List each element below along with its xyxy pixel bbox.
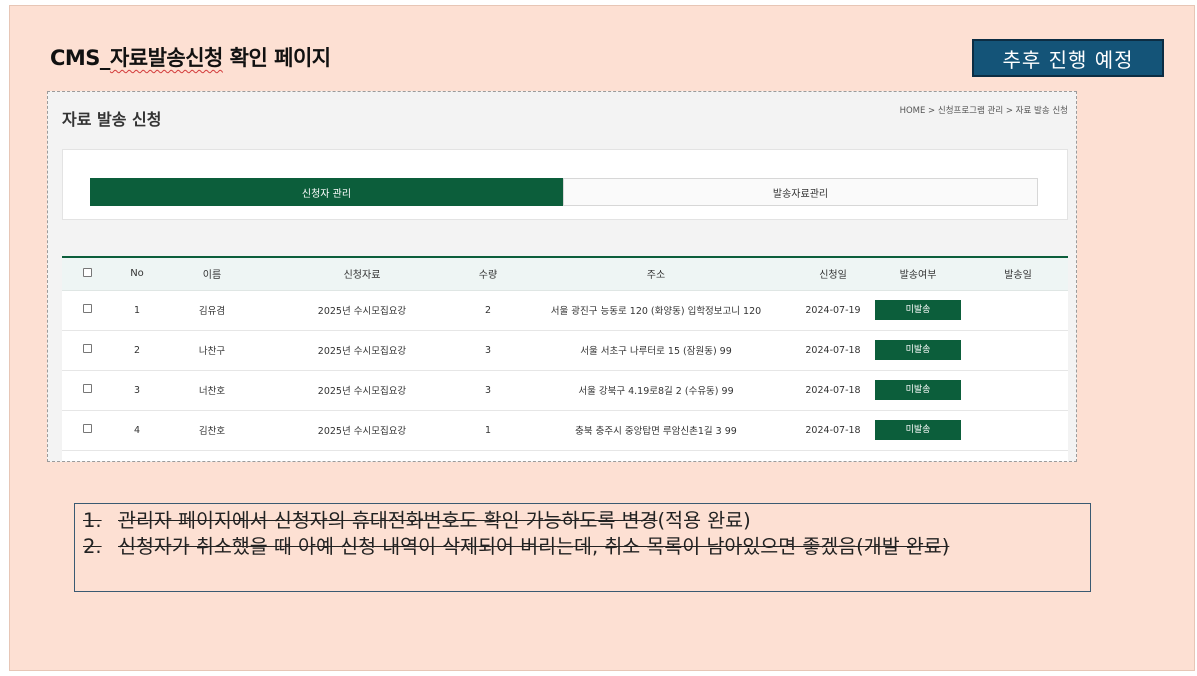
- col-header-qty: 수량: [462, 258, 514, 291]
- cell-status: 미발송: [868, 370, 968, 411]
- checkbox-box[interactable]: [82, 384, 92, 393]
- cell-status: 미발송: [868, 290, 968, 331]
- note-struck-text: 신청자가 취소했을 때 아예 신청 내역이 삭제되어 버리는데, 취소 목록이 …: [118, 535, 950, 558]
- row-checkbox[interactable]: [62, 370, 112, 411]
- table-row: 3 너찬호 2025년 수시모집요강 3 서울 강북구 4.19로8길 2 (수…: [62, 370, 1068, 411]
- table-header-row: No 이름 신청자료 수량 주소 신청일 발송여부 발송일: [62, 258, 1068, 291]
- cell-name: 너찬호: [162, 370, 262, 411]
- cell-name: 김찬호: [162, 410, 262, 451]
- row-checkbox[interactable]: [62, 330, 112, 371]
- tab-material-management[interactable]: 발송자료관리: [563, 178, 1038, 206]
- cell-sent-date: [968, 330, 1068, 371]
- cell-status: 미발송: [868, 410, 968, 451]
- select-all-checkbox[interactable]: [62, 258, 112, 291]
- cell-status: 미발송: [868, 330, 968, 371]
- cell-address: 충북 충주시 중앙탑면 루암신촌1길 3 99: [514, 410, 798, 451]
- cell-date: 2024-07-18: [798, 370, 868, 411]
- cell-name: 김유겸: [162, 290, 262, 331]
- status-button[interactable]: 미발송: [875, 380, 961, 400]
- cell-qty: 3: [462, 330, 514, 371]
- note-number: 1.: [83, 509, 102, 532]
- status-badge: 추후 진행 예정: [972, 39, 1164, 77]
- checkbox-box[interactable]: [82, 304, 92, 313]
- col-header-sent-date: 발송일: [968, 258, 1068, 291]
- table-row: 1 김유겸 2025년 수시모집요강 2 서울 광진구 능동로 120 (화양동…: [62, 290, 1068, 331]
- cell-material: 2025년 수시모집요강: [262, 330, 462, 371]
- checkbox-box[interactable]: [82, 344, 92, 353]
- embedded-screenshot: 자료 발송 신청 HOME > 신청프로그램 관리 > 자료 발송 신청 신청자…: [47, 91, 1077, 462]
- table-row: 2 나찬구 2025년 수시모집요강 3 서울 서초구 나루터로 15 (잠원동…: [62, 330, 1068, 371]
- note-item: 2. 신청자가 취소했을 때 아예 신청 내역이 삭제되어 버리는데, 취소 목…: [83, 534, 1082, 560]
- notes-box: 1. 관리자 페이지에서 신청자의 휴대전화번호도 확인 가능하도록 변경(적용…: [74, 503, 1091, 592]
- row-checkbox[interactable]: [62, 290, 112, 331]
- col-header-address: 주소: [514, 258, 798, 291]
- cell-material: 2025년 수시모집요강: [262, 290, 462, 331]
- cell-no: 2: [112, 330, 162, 371]
- col-header-material: 신청자료: [262, 258, 462, 291]
- col-header-date: 신청일: [798, 258, 868, 291]
- cell-date: 2024-07-18: [798, 410, 868, 451]
- cell-qty: 1: [462, 410, 514, 451]
- cell-no: 1: [112, 290, 162, 331]
- title-underlined: 자료발송신청: [109, 46, 223, 70]
- note-number: 2.: [83, 535, 102, 558]
- slide: CMS_자료발송신청 확인 페이지 추후 진행 예정 자료 발송 신청 HOME…: [9, 5, 1195, 671]
- breadcrumb: HOME > 신청프로그램 관리 > 자료 발송 신청: [899, 106, 1068, 116]
- note-plain-text: (적용 완료): [657, 509, 751, 532]
- cell-sent-date: [968, 410, 1068, 451]
- tab-bar: 신청자 관리 발송자료관리: [90, 178, 1038, 206]
- note-text: 신청자가 취소했을 때 아예 신청 내역이 삭제되어 버리는데, 취소 목록이 …: [118, 534, 1082, 560]
- col-header-status: 발송여부: [868, 258, 968, 291]
- tab-container: 신청자 관리 발송자료관리: [62, 149, 1068, 220]
- slide-title: CMS_자료발송신청 확인 페이지: [50, 42, 331, 72]
- status-button[interactable]: 미발송: [875, 340, 961, 360]
- cell-qty: 3: [462, 370, 514, 411]
- col-header-no: No: [112, 258, 162, 291]
- note-item: 1. 관리자 페이지에서 신청자의 휴대전화번호도 확인 가능하도록 변경(적용…: [83, 508, 1082, 534]
- cell-date: 2024-07-18: [798, 330, 868, 371]
- col-header-name: 이름: [162, 258, 262, 291]
- checkbox-box[interactable]: [82, 424, 92, 433]
- cell-name: 나찬구: [162, 330, 262, 371]
- note-struck-text: 관리자 페이지에서 신청자의 휴대전화번호도 확인 가능하도록 변경: [118, 509, 658, 532]
- cell-qty: 2: [462, 290, 514, 331]
- cell-no: 4: [112, 410, 162, 451]
- tab-applicant-management[interactable]: 신청자 관리: [90, 178, 563, 206]
- status-button[interactable]: 미발송: [875, 420, 961, 440]
- page-title: 자료 발송 신청: [62, 110, 162, 129]
- title-prefix: CMS_: [50, 46, 110, 70]
- cell-address: 서울 광진구 능동로 120 (화양동) 입학정보고니 120: [514, 290, 798, 331]
- checkbox-box[interactable]: [82, 267, 92, 277]
- cell-material: 2025년 수시모집요강: [262, 370, 462, 411]
- row-checkbox[interactable]: [62, 410, 112, 451]
- cell-material: 2025년 수시모집요강: [262, 410, 462, 451]
- cell-address: 서울 강북구 4.19로8길 2 (수유동) 99: [514, 370, 798, 411]
- cell-sent-date: [968, 370, 1068, 411]
- status-button[interactable]: 미발송: [875, 300, 961, 320]
- cell-date: 2024-07-19: [798, 290, 868, 331]
- cell-sent-date: [968, 290, 1068, 331]
- note-text: 관리자 페이지에서 신청자의 휴대전화번호도 확인 가능하도록 변경(적용 완료…: [118, 508, 1082, 534]
- applicant-table: No 이름 신청자료 수량 주소 신청일 발송여부 발송일 1 김유겸 2025…: [62, 256, 1068, 461]
- cell-address: 서울 서초구 나루터로 15 (잠원동) 99: [514, 330, 798, 371]
- title-suffix: 확인 페이지: [222, 46, 331, 70]
- table-row: 4 김찬호 2025년 수시모집요강 1 충북 충주시 중앙탑면 루암신촌1길 …: [62, 410, 1068, 451]
- cell-no: 3: [112, 370, 162, 411]
